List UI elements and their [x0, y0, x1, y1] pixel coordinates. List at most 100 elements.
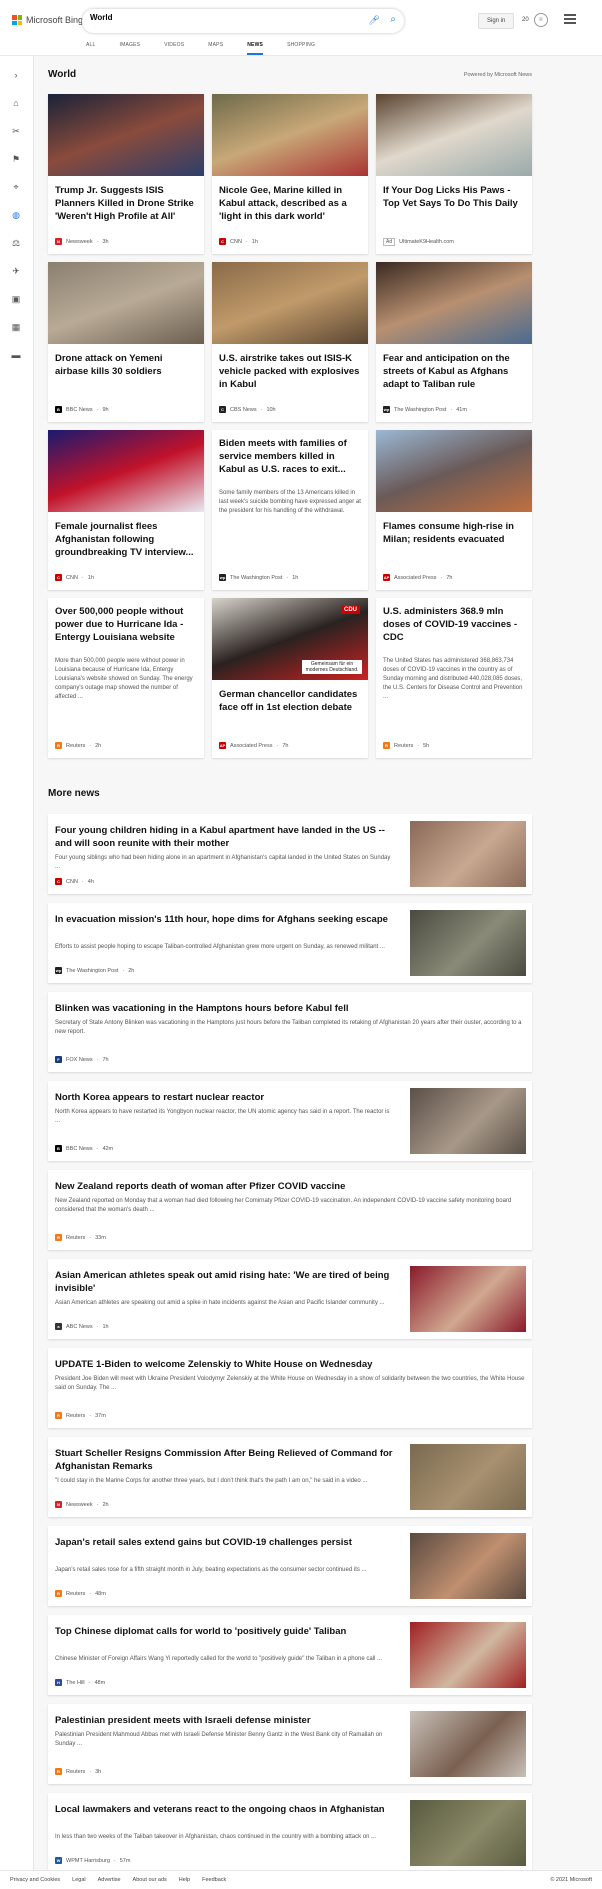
tools-icon[interactable]: ✂	[9, 124, 23, 138]
news-source[interactable]: Ad UltimateK9Health.com	[383, 238, 454, 246]
tab-all[interactable]: ALL	[86, 40, 96, 55]
news-card[interactable]: U.S. administers 368.9 mln doses of COVI…	[376, 598, 532, 758]
sign-in-button[interactable]: Sign in	[478, 13, 515, 29]
news-card[interactable]: Fear and anticipation on the streets of …	[376, 262, 532, 422]
news-source[interactable]: C CNN · 1h	[219, 238, 258, 245]
news-card-title[interactable]: Nicole Gee, Marine killed in Kabul attac…	[219, 184, 361, 223]
news-source[interactable]: F FOX News · 7h	[55, 1056, 109, 1063]
expand-chevron-icon[interactable]: ›	[9, 68, 23, 82]
news-card[interactable]: Drone attack on Yemeni airbase kills 30 …	[48, 262, 204, 422]
entertainment-icon[interactable]: ▣	[9, 292, 23, 306]
news-source[interactable]: R Reuters · 33m	[55, 1234, 106, 1241]
microphone-icon[interactable]: 🎤︎	[368, 15, 380, 27]
news-card[interactable]: CDU Gemeinsam für ein modernes Deutschlan…	[212, 598, 368, 758]
news-card-title[interactable]: Fear and anticipation on the streets of …	[383, 352, 525, 391]
news-card-title[interactable]: Over 500,000 people without power due to…	[55, 605, 197, 644]
more-news-title[interactable]: Japan's retail sales extend gains but CO…	[55, 1536, 395, 1549]
news-thumbnail[interactable]	[410, 1088, 526, 1154]
tab-videos[interactable]: VIDEOS	[164, 40, 184, 55]
location-pin-icon[interactable]: ⌖	[9, 180, 23, 194]
news-card[interactable]: Flames consume high-rise in Milan; resid…	[376, 430, 532, 590]
news-card-title[interactable]: U.S. airstrike takes out ISIS-K vehicle …	[219, 352, 361, 391]
news-card-title[interactable]: Female journalist flees Afghanistan foll…	[55, 520, 197, 559]
flag-icon[interactable]: ⚑	[9, 152, 23, 166]
news-source[interactable]: N Newsweek · 2h	[55, 1501, 109, 1508]
more-news-title[interactable]: Palestinian president meets with Israeli…	[55, 1714, 395, 1727]
news-card-title[interactable]: Drone attack on Yemeni airbase kills 30 …	[55, 352, 197, 378]
news-thumbnail[interactable]	[376, 94, 532, 176]
news-thumbnail[interactable]	[410, 1266, 526, 1332]
news-card-title[interactable]: If Your Dog Licks His Paws - Top Vet Say…	[383, 184, 525, 210]
news-source[interactable]: AP Associated Press · 7h	[383, 574, 452, 581]
footer-link[interactable]: About our ads	[133, 1877, 167, 1883]
news-source[interactable]: wp The Washington Post · 41m	[383, 406, 467, 413]
tab-news[interactable]: NEWS	[247, 40, 264, 55]
hamburger-menu-icon[interactable]	[564, 14, 576, 24]
more-news-title[interactable]: Four young children hiding in a Kabul ap…	[55, 824, 395, 850]
bing-logo[interactable]: Microsoft Bing	[12, 15, 83, 25]
news-thumbnail[interactable]	[212, 94, 368, 176]
money-icon[interactable]: ▬	[9, 348, 23, 362]
news-card[interactable]: U.S. airstrike takes out ISIS-K vehicle …	[212, 262, 368, 422]
news-thumbnail[interactable]: CDU Gemeinsam für ein modernes Deutschlan…	[212, 598, 368, 680]
news-card-title[interactable]: German chancellor candidates face off in…	[219, 688, 361, 714]
footer-link[interactable]: Advertise	[98, 1877, 121, 1883]
more-news-item[interactable]: Asian American athletes speak out amid r…	[48, 1259, 532, 1339]
news-thumbnail[interactable]	[376, 430, 532, 512]
rewards-count[interactable]: 20	[522, 17, 529, 23]
tab-images[interactable]: IMAGES	[120, 40, 141, 55]
news-thumbnail[interactable]	[48, 430, 204, 512]
news-source[interactable]: R Reuters · 2h	[55, 742, 101, 749]
news-thumbnail[interactable]	[410, 1622, 526, 1688]
footer-link[interactable]: Legal	[72, 1877, 85, 1883]
more-news-item[interactable]: Palestinian president meets with Israeli…	[48, 1704, 532, 1784]
more-news-title[interactable]: Asian American athletes speak out amid r…	[55, 1269, 395, 1295]
news-thumbnail[interactable]	[410, 910, 526, 976]
news-card-title[interactable]: Trump Jr. Suggests ISIS Planners Killed …	[55, 184, 197, 223]
news-source[interactable]: R Reuters · 3h	[55, 1768, 101, 1775]
news-source[interactable]: N Newsweek · 3h	[55, 238, 109, 245]
more-news-item[interactable]: In evacuation mission's 11th hour, hope …	[48, 903, 532, 983]
more-news-item[interactable]: Top Chinese diplomat calls for world to …	[48, 1615, 532, 1695]
more-news-title[interactable]: Local lawmakers and veterans react to th…	[55, 1803, 395, 1816]
rocket-icon[interactable]: ✈	[9, 264, 23, 278]
news-card[interactable]: Nicole Gee, Marine killed in Kabul attac…	[212, 94, 368, 254]
more-news-item[interactable]: UPDATE 1-Biden to welcome Zelenskiy to W…	[48, 1348, 532, 1428]
news-card-title[interactable]: Biden meets with families of service mem…	[219, 437, 361, 476]
news-source[interactable]: C CNN · 4h	[55, 878, 94, 885]
news-source[interactable]: C CBS News · 10h	[219, 406, 276, 413]
news-thumbnail[interactable]	[48, 94, 204, 176]
news-thumbnail[interactable]	[410, 1800, 526, 1866]
news-thumbnail[interactable]	[376, 262, 532, 344]
more-news-item[interactable]: Stuart Scheller Resigns Commission After…	[48, 1437, 532, 1517]
news-card-title[interactable]: Flames consume high-rise in Milan; resid…	[383, 520, 525, 546]
more-news-title[interactable]: Blinken was vacationing in the Hamptons …	[55, 1002, 525, 1015]
news-thumbnail[interactable]	[410, 1533, 526, 1599]
news-card-title[interactable]: U.S. administers 368.9 mln doses of COVI…	[383, 605, 525, 644]
news-thumbnail[interactable]	[212, 262, 368, 344]
footer-link[interactable]: Privacy and Cookies	[10, 1877, 60, 1883]
news-card[interactable]: If Your Dog Licks His Paws - Top Vet Say…	[376, 94, 532, 254]
footer-link[interactable]: Feedback	[202, 1877, 226, 1883]
more-news-item[interactable]: Local lawmakers and veterans react to th…	[48, 1793, 532, 1873]
more-news-item[interactable]: Four young children hiding in a Kabul ap…	[48, 814, 532, 894]
more-news-item[interactable]: Japan's retail sales extend gains but CO…	[48, 1526, 532, 1606]
more-news-item[interactable]: Blinken was vacationing in the Hamptons …	[48, 992, 532, 1072]
more-news-title[interactable]: In evacuation mission's 11th hour, hope …	[55, 913, 395, 926]
more-news-title[interactable]: New Zealand reports death of woman after…	[55, 1180, 525, 1193]
news-source[interactable]: AP Associated Press · 7h	[219, 742, 288, 749]
news-thumbnail[interactable]	[48, 262, 204, 344]
news-source[interactable]: B BBC News · 42m	[55, 1145, 113, 1152]
more-news-title[interactable]: UPDATE 1-Biden to welcome Zelenskiy to W…	[55, 1358, 525, 1371]
news-source[interactable]: H The Hill · 48m	[55, 1679, 105, 1686]
news-card[interactable]: Biden meets with families of service mem…	[212, 430, 368, 590]
search-icon[interactable]: ⌕	[386, 14, 400, 28]
more-news-item[interactable]: New Zealand reports death of woman after…	[48, 1170, 532, 1250]
news-source[interactable]: wp The Washington Post · 2h	[55, 967, 134, 974]
tab-maps[interactable]: MAPS	[208, 40, 223, 55]
more-news-title[interactable]: Stuart Scheller Resigns Commission After…	[55, 1447, 395, 1473]
footer-link[interactable]: Help	[179, 1877, 190, 1883]
news-source[interactable]: R Reuters · 48m	[55, 1590, 106, 1597]
news-card[interactable]: Over 500,000 people without power due to…	[48, 598, 204, 758]
powered-by[interactable]: Powered by Microsoft News	[464, 72, 532, 78]
